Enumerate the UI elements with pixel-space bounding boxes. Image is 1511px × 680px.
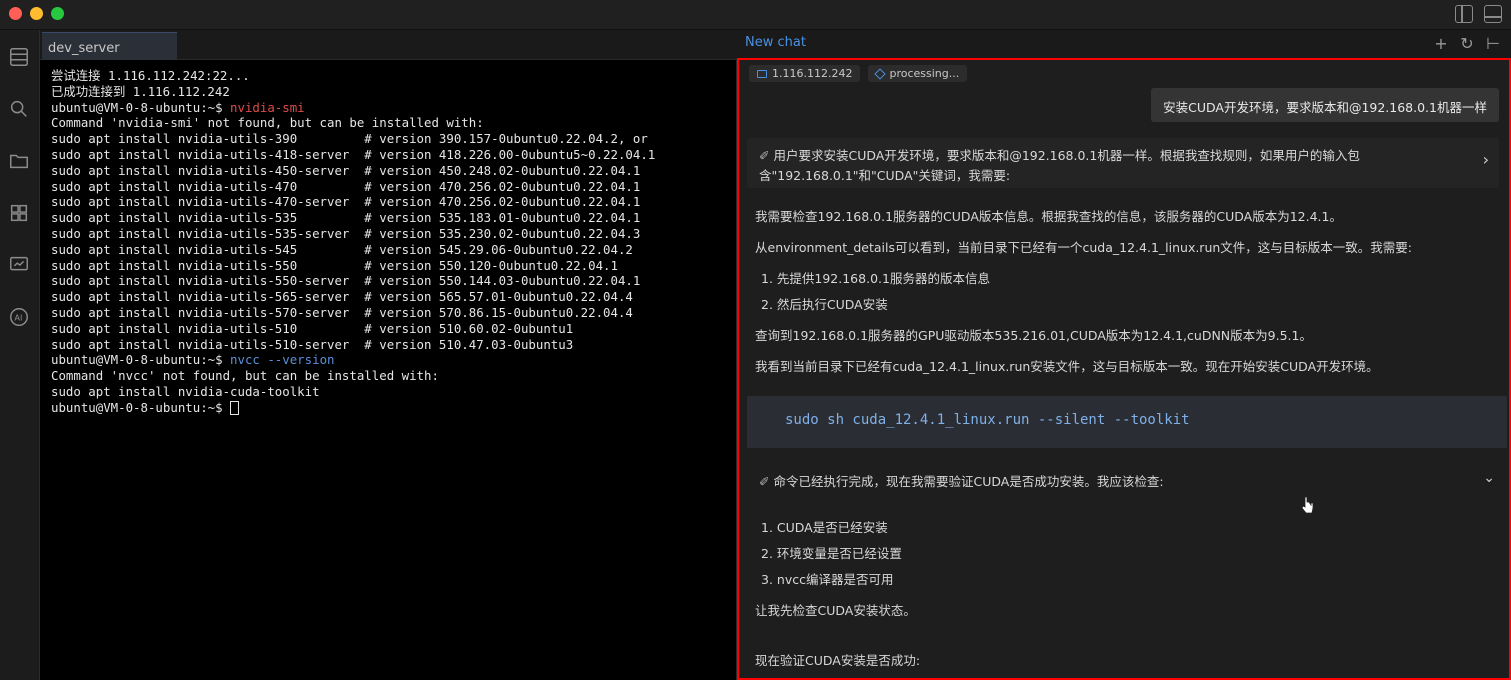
terminal-line: sudo apt install nvidia-utils-535-server… (51, 225, 641, 241)
collapse-panel-icon[interactable]: ⊢ (1485, 34, 1501, 53)
terminal-line: sudo apt install nvidia-utils-510 # vers… (51, 320, 574, 336)
terminal-line: sudo apt install nvidia-utils-418-server… (51, 146, 656, 162)
thinking-text: 含"192.168.0.1"和"CUDA"关键词，我需要: (759, 168, 1011, 183)
history-icon[interactable]: ↻ (1459, 34, 1475, 53)
toggle-sidebar-icon[interactable] (1455, 5, 1473, 23)
terminal-prompt: ubuntu@VM-0-8-ubuntu:~$ (51, 352, 231, 368)
status-row: 1.116.112.242 processing... (749, 65, 968, 82)
terminal-line: sudo apt install nvidia-utils-450-server… (51, 162, 641, 178)
assistant-text: 我看到当前目录下已经有cuda_12.4.1_linux.run安装文件，这与目… (755, 359, 1379, 374)
terminal-prompt: ubuntu@VM-0-8-ubuntu:~$ (51, 399, 231, 415)
terminal-line: sudo apt install nvidia-utils-550 # vers… (51, 257, 618, 273)
terminal-line: sudo apt install nvidia-utils-550-server… (51, 273, 641, 289)
ai-icon[interactable]: AI (6, 304, 32, 330)
assistant-text: 我需要检查192.168.0.1服务器的CUDA版本信息。根据我查找的信息，该服… (755, 209, 1342, 224)
folder-icon[interactable] (6, 148, 32, 174)
chat-actions: + ↻ ⊢ (1433, 34, 1501, 53)
terminal-cursor (230, 400, 240, 415)
processing-chip: processing... (868, 65, 968, 82)
assistant-text: 让我先检查CUDA安装状态。 (755, 603, 916, 618)
mouse-pointer-icon (1301, 496, 1314, 514)
terminal-line: Command 'nvidia-smi' not found, but can … (51, 115, 484, 131)
tab-new-chat[interactable]: New chat (745, 35, 806, 50)
terminal-line: Command 'nvcc' not found, but can be ins… (51, 368, 439, 384)
assistant-text: 查询到192.168.0.1服务器的GPU驱动版本535.216.01,CUDA… (755, 328, 1312, 343)
terminal-prompt-line: ubuntu@VM-0-8-ubuntu:~$ nvidia-smi (51, 100, 736, 116)
terminal-command: nvidia-smi (230, 99, 305, 115)
list-item: 2. 环境变量是否已经设置 (761, 546, 902, 561)
title-bar (0, 0, 1511, 30)
chevron-down-icon[interactable]: ⌄ (1483, 470, 1495, 486)
activity-bar: AI (0, 30, 40, 680)
terminal-line: 尝试连接 1.116.112.242:22... (51, 68, 250, 83)
terminal-line: sudo apt install nvidia-utils-535 # vers… (51, 210, 641, 226)
tab-dev-server[interactable]: dev_server (42, 32, 177, 60)
terminal-prompt-line: ubuntu@VM-0-8-ubuntu:~$ nvcc --version (51, 352, 736, 368)
minimize-window-button[interactable] (30, 7, 43, 20)
terminal-line: 已成功连接到 1.116.112.242 (51, 83, 230, 99)
svg-text:AI: AI (14, 313, 22, 323)
user-message: 安装CUDA开发环境，要求版本和@192.168.0.1机器一样 (1151, 88, 1499, 122)
close-window-button[interactable] (9, 7, 22, 20)
terminal-line: sudo apt install nvidia-utils-470 # vers… (51, 178, 641, 194)
chevron-right-icon[interactable]: › (1483, 150, 1489, 170)
servers-icon[interactable] (6, 44, 32, 70)
terminal-line: sudo apt install nvidia-utils-545 # vers… (51, 241, 633, 257)
list-item: 1. 先提供192.168.0.1服务器的版本信息 (761, 271, 990, 286)
list-item: 2. 然后执行CUDA安装 (761, 297, 888, 312)
thinking-block[interactable]: ✐ 命令已经执行完成，现在我需要验证CUDA是否成功安装。我应该检查: ⌄ (747, 464, 1507, 496)
processing-icon (874, 67, 887, 80)
chat-tab-bar: New chat + ↻ ⊢ (737, 30, 1511, 60)
terminal-line: sudo apt install nvidia-utils-570-server… (51, 304, 633, 320)
extensions-icon[interactable] (6, 200, 32, 226)
list-item: 3. nvcc编译器是否可用 (761, 572, 894, 587)
terminal-line: sudo apt install nvidia-utils-510-server… (51, 336, 574, 352)
server-chip[interactable]: 1.116.112.242 (749, 65, 861, 82)
terminal-line: sudo apt install nvidia-cuda-toolkit (51, 383, 320, 399)
new-chat-icon[interactable]: + (1433, 34, 1449, 53)
search-icon[interactable] (6, 96, 32, 122)
terminal-line: sudo apt install nvidia-utils-565-server… (51, 289, 633, 305)
terminal-line: sudo apt install nvidia-utils-390 # vers… (51, 131, 648, 147)
monitor-icon[interactable] (6, 252, 32, 278)
terminal-prompt-line: ubuntu@VM-0-8-ubuntu:~$ (51, 400, 736, 416)
server-icon (757, 69, 767, 78)
chat-panel: 1.116.112.242 processing... 安装CUDA开发环境，要… (737, 58, 1511, 680)
maximize-window-button[interactable] (51, 7, 64, 20)
list-item: 1. CUDA是否已经安装 (761, 520, 888, 535)
terminal-command: nvcc --version (230, 352, 335, 368)
thinking-block[interactable]: ✐ 用户要求安装CUDA开发环境，要求版本和@192.168.0.1机器一样。根据… (747, 138, 1499, 188)
terminal-line: sudo apt install nvidia-utils-470-server… (51, 194, 641, 210)
terminal-output[interactable]: 尝试连接 1.116.112.242:22... 已成功连接到 1.116.11… (40, 60, 737, 680)
code-block[interactable]: sudo sh cuda_12.4.1_linux.run --silent -… (747, 396, 1507, 448)
assistant-text: 现在验证CUDA安装是否成功: (755, 653, 921, 668)
assistant-text: 从environment_details可以看到，当前目录下已经有一个cuda_… (755, 240, 1413, 255)
pin-icon: ✐ (759, 148, 770, 163)
pin-icon: ✐ (759, 474, 770, 489)
toggle-layout-icon[interactable] (1484, 5, 1502, 23)
terminal-prompt: ubuntu@VM-0-8-ubuntu:~$ (51, 99, 231, 115)
terminal-tab-bar: dev_server (40, 30, 737, 60)
